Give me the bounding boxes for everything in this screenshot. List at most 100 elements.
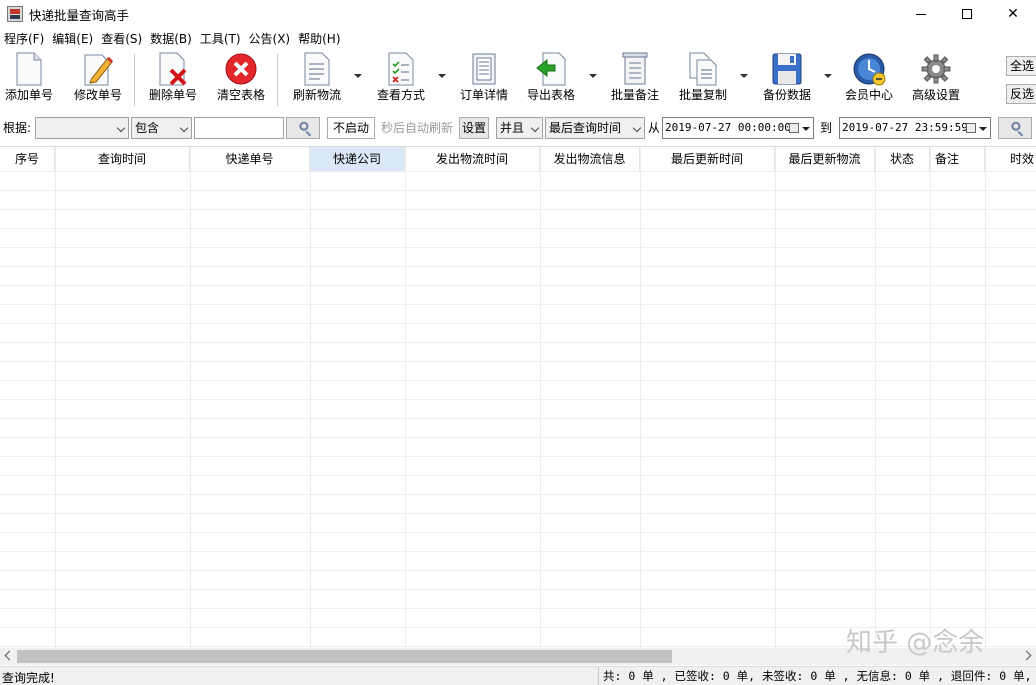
- edit-order-label: 修改单号: [73, 88, 122, 102]
- menu-tools[interactable]: 工具(T): [196, 29, 245, 49]
- close-icon: ✕: [1007, 6, 1019, 22]
- invert-select-button[interactable]: 反选: [1006, 84, 1036, 104]
- menu-edit[interactable]: 编辑(E): [48, 29, 97, 49]
- maximize-icon: [962, 9, 972, 19]
- scroll-left-icon[interactable]: [4, 650, 15, 661]
- column-header-timeliness[interactable]: 时效: [985, 147, 1036, 171]
- toolbar-separator: [134, 54, 135, 106]
- add-order-label: 添加单号: [4, 88, 53, 102]
- order-detail-label: 订单详情: [459, 88, 508, 102]
- delete-document-icon: [156, 52, 190, 86]
- backup-dropdown-arrow[interactable]: [824, 74, 832, 78]
- copy-dropdown-arrow[interactable]: [740, 74, 748, 78]
- export-table-button[interactable]: 导出表格: [525, 52, 577, 108]
- refresh-dropdown-arrow[interactable]: [354, 74, 362, 78]
- auto-refresh-button[interactable]: 不启动: [327, 117, 375, 139]
- note-icon: [618, 52, 652, 86]
- view-mode-dropdown-arrow[interactable]: [438, 74, 446, 78]
- export-table-label: 导出表格: [526, 88, 575, 102]
- column-header-status[interactable]: 状态: [875, 147, 930, 171]
- member-center-label: 会员中心: [844, 88, 893, 102]
- column-header-note[interactable]: 备注: [930, 147, 985, 171]
- copy-icon: [686, 52, 720, 86]
- chevron-down-icon: [116, 123, 126, 133]
- column-divider: [55, 147, 56, 648]
- column-header-last-update-info[interactable]: 最后更新物流: [775, 147, 875, 171]
- from-date-picker[interactable]: 2019-07-27 00:00:00: [662, 117, 814, 139]
- column-divider: [310, 147, 311, 648]
- logic-select[interactable]: 并且: [496, 117, 543, 139]
- minimize-icon: [916, 13, 926, 15]
- add-order-button[interactable]: 添加单号: [4, 52, 54, 108]
- menu-notice[interactable]: 公告(X): [245, 29, 295, 49]
- clear-red-x-icon: [224, 52, 258, 86]
- column-divider: [540, 147, 541, 648]
- menu-view[interactable]: 查看(S): [97, 29, 146, 49]
- results-grid[interactable]: 序号 查询时间 快递单号 快递公司 发出物流时间 发出物流信息 最后更新时间 最…: [0, 146, 1036, 648]
- export-dropdown-arrow[interactable]: [589, 74, 597, 78]
- calendar-icon: [966, 123, 976, 133]
- batch-note-button[interactable]: 批量备注: [608, 52, 662, 108]
- grid-body[interactable]: [0, 171, 1036, 648]
- from-date-value: 2019-07-27 00:00:00: [665, 121, 791, 134]
- scrollbar-thumb[interactable]: [17, 650, 672, 663]
- filter-field-select[interactable]: [35, 117, 129, 139]
- keyword-input[interactable]: [194, 117, 284, 139]
- status-bar: 查询完成! 共: 0 单 , 已签收: 0 单, 未签收: 0 单 , 无信息:…: [0, 666, 1036, 685]
- column-header-last-update-time[interactable]: 最后更新时间: [640, 147, 775, 171]
- match-mode-value: 包含: [135, 121, 160, 135]
- toolbar: 添加单号 修改单号 删除单号 清空表格 刷新物流 查看方式 订单详情 导出表格 …: [0, 50, 1036, 112]
- maximize-button[interactable]: [944, 0, 990, 28]
- time-field-select[interactable]: 最后查询时间: [545, 117, 645, 139]
- window-controls: ✕: [898, 0, 1036, 28]
- watermark: 知乎 @念余: [846, 628, 985, 658]
- clear-table-button[interactable]: 清空表格: [215, 52, 267, 108]
- view-mode-label: 查看方式: [376, 88, 425, 102]
- edit-pencil-icon: [81, 52, 115, 86]
- search-button[interactable]: [286, 117, 320, 139]
- search-icon: [1011, 121, 1021, 131]
- delete-order-label: 删除单号: [148, 88, 197, 102]
- date-search-button[interactable]: [998, 117, 1032, 139]
- chevron-down-icon: [179, 123, 189, 133]
- settings-button[interactable]: 设置: [459, 117, 489, 139]
- member-center-button[interactable]: 会员中心: [843, 52, 895, 108]
- menu-program[interactable]: 程序(F): [0, 29, 48, 49]
- order-detail-button[interactable]: 订单详情: [457, 52, 511, 108]
- backup-data-button[interactable]: 备份数据: [761, 52, 813, 108]
- refresh-logistics-button[interactable]: 刷新物流: [291, 52, 343, 108]
- clear-table-label: 清空表格: [216, 88, 265, 102]
- edit-order-button[interactable]: 修改单号: [73, 52, 123, 108]
- match-mode-select[interactable]: 包含: [131, 117, 192, 139]
- to-date-picker[interactable]: 2019-07-27 23:59:59: [839, 117, 991, 139]
- status-message: 查询完成!: [2, 671, 55, 685]
- advanced-settings-button[interactable]: 高级设置: [910, 52, 962, 108]
- close-button[interactable]: ✕: [990, 0, 1036, 28]
- column-header-courier[interactable]: 快递公司: [310, 147, 405, 171]
- column-header-tracking-number[interactable]: 快递单号: [190, 147, 310, 171]
- column-divider: [190, 147, 191, 648]
- delete-order-button[interactable]: 删除单号: [147, 52, 199, 108]
- column-divider: [405, 147, 406, 648]
- menu-data[interactable]: 数据(B): [146, 29, 196, 49]
- logic-value: 并且: [500, 121, 525, 135]
- select-all-button[interactable]: 全选: [1006, 56, 1036, 76]
- auto-refresh-hint: 秒后自动刷新: [381, 121, 454, 135]
- column-header-index[interactable]: 序号: [0, 147, 55, 171]
- view-mode-button[interactable]: 查看方式: [374, 52, 428, 108]
- clock-globe-icon: [852, 52, 886, 86]
- time-field-value: 最后查询时间: [549, 121, 622, 135]
- checklist-icon: [384, 52, 418, 86]
- menu-help[interactable]: 帮助(H): [294, 29, 344, 49]
- menu-bar: 程序(F) 编辑(E) 查看(S) 数据(B) 工具(T) 公告(X) 帮助(H…: [0, 29, 345, 49]
- batch-copy-button[interactable]: 批量复制: [676, 52, 730, 108]
- advanced-settings-label: 高级设置: [911, 88, 960, 102]
- gear-icon: [919, 52, 953, 86]
- filter-bar: 根据: 包含 不启动 秒后自动刷新 设置 并且 最后查询时间 从 2019-07…: [0, 115, 1036, 141]
- column-header-ship-info[interactable]: 发出物流信息: [540, 147, 640, 171]
- scroll-right-icon[interactable]: [1021, 650, 1032, 661]
- column-header-ship-time[interactable]: 发出物流时间: [405, 147, 540, 171]
- column-header-query-time[interactable]: 查询时间: [55, 147, 190, 171]
- order-detail-icon: [467, 52, 501, 86]
- minimize-button[interactable]: [898, 0, 944, 28]
